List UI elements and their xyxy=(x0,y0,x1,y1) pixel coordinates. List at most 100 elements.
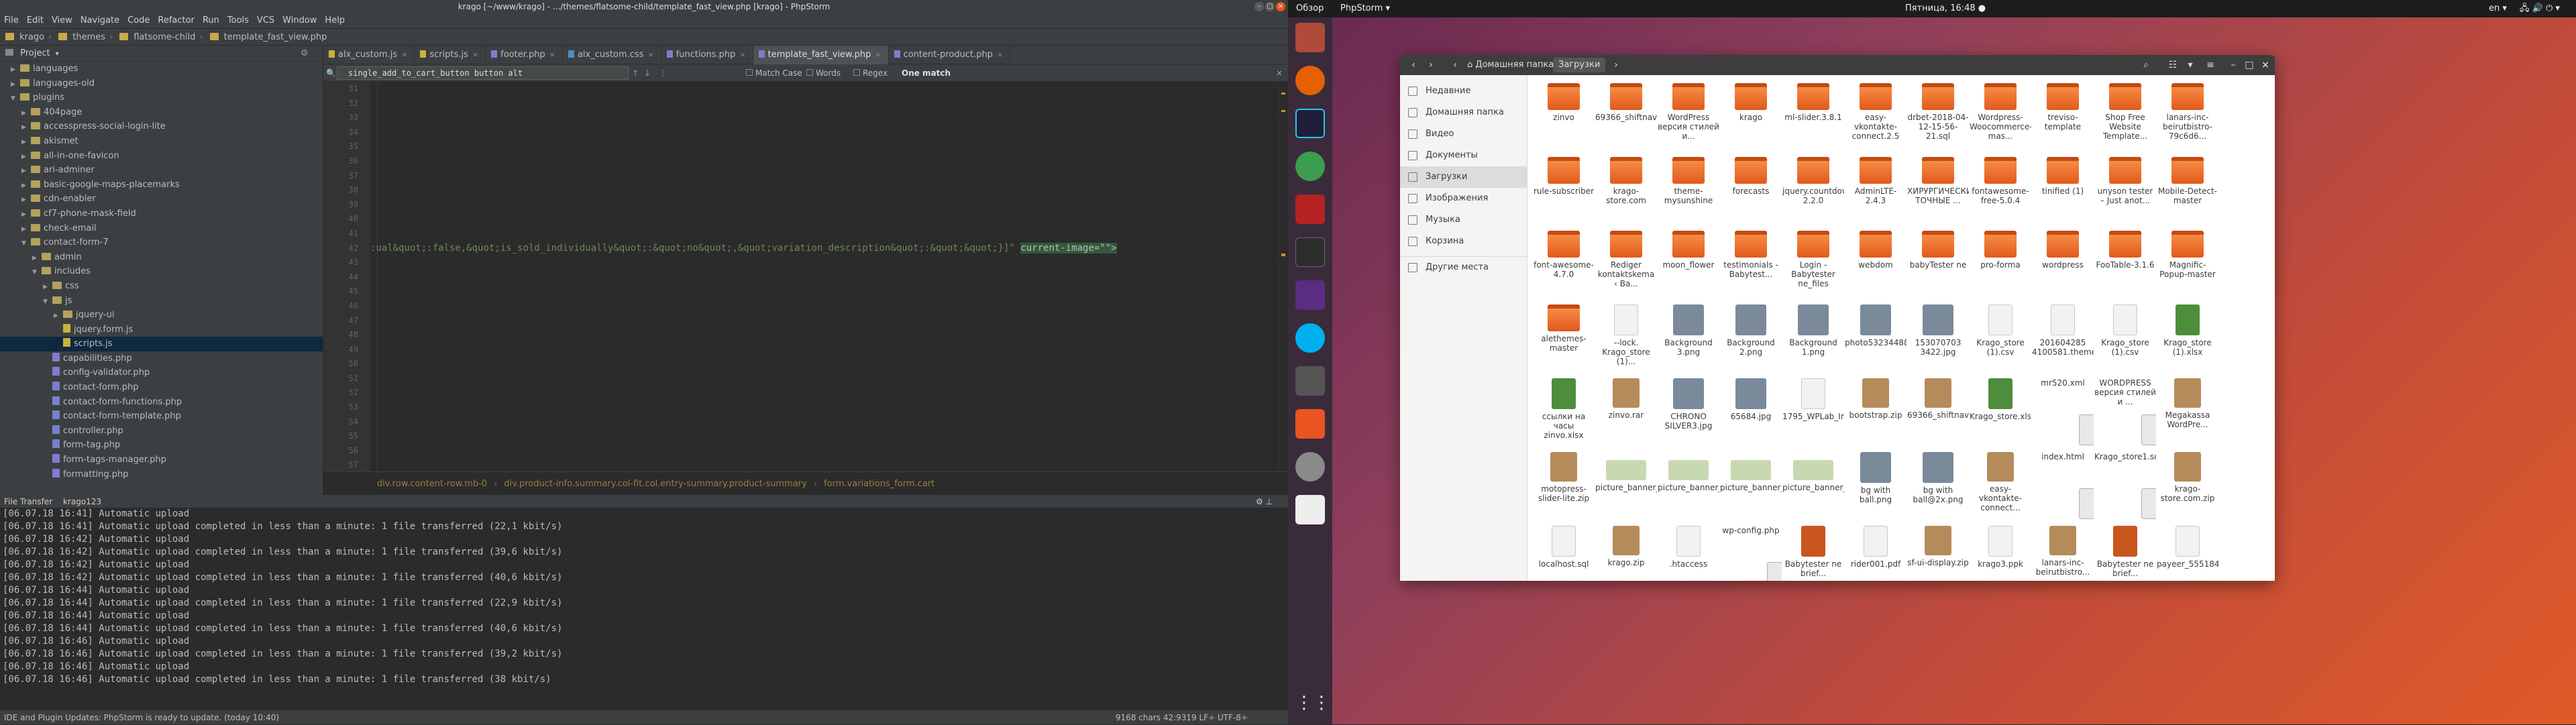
tree-item[interactable]: config-validator.php xyxy=(0,366,323,380)
chrome-icon[interactable] xyxy=(1295,152,1325,181)
tree-item[interactable]: ▶ cf7-phone-mask-field xyxy=(0,207,323,221)
system-menu-icon[interactable]: 🖧 🔊 ⏻ ▾ xyxy=(2520,0,2560,17)
app-menu[interactable]: PhpStorm ▾ xyxy=(1340,0,1390,17)
file-item[interactable]: moon_flower xyxy=(1658,231,1719,306)
tree-item[interactable]: ▶ ari-adminer xyxy=(0,163,323,178)
editor-tab[interactable]: functions.php × xyxy=(661,46,753,64)
next-crumb-icon[interactable]: › xyxy=(1608,58,1624,72)
file-item[interactable]: index.html xyxy=(2032,452,2094,527)
file-item[interactable]: Krago_store (1).csv xyxy=(2094,304,2156,380)
editor-tab[interactable]: alx_custom.css × xyxy=(563,46,661,64)
file-item[interactable]: FooTable-3.1.6 xyxy=(2094,231,2156,306)
sidebar-item[interactable]: Музыка xyxy=(1400,209,1527,231)
file-item[interactable]: 69366_shiftnavpro162.zip xyxy=(1907,378,1969,453)
file-item[interactable]: WordPress версия стилей и... xyxy=(1658,83,1719,158)
text-editor-icon[interactable] xyxy=(1295,495,1325,524)
tree-item[interactable]: jquery.form.js xyxy=(0,323,323,337)
tree-item[interactable]: form-tags-manager.php xyxy=(0,453,323,467)
chevron-down-icon[interactable]: ▾ xyxy=(56,50,59,58)
view-toggle-icon[interactable]: ☷ xyxy=(2165,58,2181,72)
close-tab-icon[interactable]: × xyxy=(647,50,653,59)
sidebar-item[interactable]: Видео xyxy=(1400,123,1527,145)
file-item[interactable]: rule-subscriber xyxy=(1533,157,1595,232)
file-item[interactable]: AdminLTE-2.4.3 xyxy=(1845,157,1907,232)
tree-item[interactable]: form-tag.php xyxy=(0,438,323,453)
file-item[interactable]: mr520.xml xyxy=(2032,378,2094,453)
menu-navigate[interactable]: Navigate xyxy=(76,13,123,28)
code-editor[interactable]: :ual&quot;:false,&quot;is_sold_individua… xyxy=(370,82,1269,471)
file-item[interactable]: Background 1.png xyxy=(1782,304,1844,380)
phpstorm-icon[interactable] xyxy=(1295,109,1325,138)
file-item[interactable]: jquery.countdown-2.2.0 xyxy=(1782,157,1844,232)
file-item[interactable]: Krago_store1.sql xyxy=(2094,452,2156,527)
file-item[interactable]: lanars-inc-beirutbistro... xyxy=(2032,526,2094,581)
close-button[interactable]: × xyxy=(1276,2,1285,11)
file-item[interactable]: rider001.pdf xyxy=(1845,526,1907,581)
tree-item[interactable]: capabilities.php xyxy=(0,351,323,366)
find-options-icon[interactable]: ⋮ xyxy=(659,64,667,82)
file-item[interactable]: krago-store.com xyxy=(1595,157,1657,232)
file-item[interactable]: ml-slider.3.8.1 xyxy=(1782,83,1844,158)
tree-item[interactable]: ▼ plugins xyxy=(0,91,323,105)
menu-run[interactable]: Run xyxy=(199,13,223,28)
regex-checkbox[interactable]: Regex xyxy=(853,64,888,82)
file-item[interactable]: easy-vkontakte-connect.2.5 xyxy=(1845,83,1907,158)
tree-item[interactable]: ▶ accesspress-social-login-lite xyxy=(0,119,323,134)
tree-item[interactable]: ▼ includes xyxy=(0,264,323,279)
match-case-checkbox[interactable]: Match Case xyxy=(746,64,802,82)
gear-icon[interactable]: ⚙ ⊥ xyxy=(1256,496,1273,508)
window-titlebar[interactable]: krago [~/www/krago] - .../themes/flatsom… xyxy=(0,0,1288,13)
tree-item[interactable]: formatting.php xyxy=(0,467,323,482)
file-item[interactable]: font-awesome-4.7.0 xyxy=(1533,231,1595,306)
activities-button[interactable]: Обзор xyxy=(1296,0,1324,17)
file-item[interactable]: CHRONO SILVER3.jpg xyxy=(1658,378,1719,453)
file-item[interactable]: ссылки на часы zinvo.xlsx xyxy=(1533,378,1595,453)
tree-item[interactable]: scripts.js xyxy=(0,337,323,351)
tree-item[interactable]: ▶ languages-old xyxy=(0,76,323,91)
file-item[interactable]: picture_banner_football_... xyxy=(1658,452,1719,527)
file-item[interactable]: Background 2.png xyxy=(1720,304,1782,380)
project-panel-header[interactable]: Project ▾ ⚙ xyxy=(0,46,323,62)
file-item[interactable]: Login - Babytester ne_files xyxy=(1782,231,1844,306)
file-item[interactable]: webdom xyxy=(1845,231,1907,306)
file-item[interactable]: lanars-inc-beirutbistro-79c6d6... xyxy=(2157,83,2218,158)
file-item[interactable]: Megakassa WordPre... xyxy=(2157,378,2218,453)
tree-item[interactable]: ▶ css xyxy=(0,279,323,294)
crumb-home[interactable]: ⌂ Домашняя папка xyxy=(1462,58,1559,72)
sidebar-item[interactable]: Недавние xyxy=(1400,80,1527,102)
breadcrumb-item[interactable]: themes xyxy=(70,29,108,46)
tree-item[interactable]: ▼ js xyxy=(0,294,323,309)
file-item[interactable]: 153070703 3422.jpg xyxy=(1907,304,1969,380)
file-item[interactable]: localhost.sql xyxy=(1533,526,1595,581)
file-item[interactable]: Shop Free Website Template... xyxy=(2094,83,2156,158)
close-tab-icon[interactable]: × xyxy=(472,50,478,59)
sidebar-item[interactable]: Загрузки xyxy=(1400,166,1527,188)
back-icon[interactable]: ‹ xyxy=(1405,58,1421,72)
editor-tab[interactable]: alx_custom.js × xyxy=(323,46,415,64)
file-item[interactable]: zinvo xyxy=(1533,83,1595,158)
sidebar-item[interactable]: Другие места xyxy=(1400,256,1527,278)
file-item[interactable]: .htaccess xyxy=(1658,526,1719,581)
editor-scrollbar[interactable] xyxy=(1279,82,1288,471)
file-item[interactable]: alethemes-master xyxy=(1533,304,1595,380)
file-item[interactable]: fontawesome-free-5.0.4 xyxy=(1970,157,2031,232)
settings-icon[interactable] xyxy=(1295,452,1325,482)
file-item[interactable]: treviso-template xyxy=(2032,83,2094,158)
forward-icon[interactable]: › xyxy=(1423,58,1439,72)
file-item[interactable]: Krago_store (1).xlsx xyxy=(2157,304,2218,380)
firefox-icon[interactable] xyxy=(1295,66,1325,95)
file-transfer-tab[interactable]: krago123 xyxy=(63,497,101,506)
file-item[interactable]: picture_banner_football_... xyxy=(1720,452,1782,527)
tree-item[interactable]: contact-form.php xyxy=(0,380,323,395)
clock[interactable]: Пятница, 16:48 ● xyxy=(1905,0,1986,17)
menu-tools[interactable]: Tools xyxy=(223,13,253,28)
maximize-icon[interactable]: □ xyxy=(2241,58,2257,72)
editor-breadcrumb-item[interactable]: div.row.content-row.mb-0 xyxy=(377,479,487,489)
close-tab-icon[interactable]: × xyxy=(739,50,745,59)
editor-tab[interactable]: content-product.php × xyxy=(889,46,1011,64)
file-item[interactable]: theme-mysunshine xyxy=(1658,157,1719,232)
prev-crumb-icon[interactable]: ‹ xyxy=(1447,58,1463,72)
menu-file[interactable]: File xyxy=(0,13,23,28)
tree-item[interactable]: ▶ check-email xyxy=(0,221,323,236)
tree-item[interactable]: contact-form-template.php xyxy=(0,409,323,424)
